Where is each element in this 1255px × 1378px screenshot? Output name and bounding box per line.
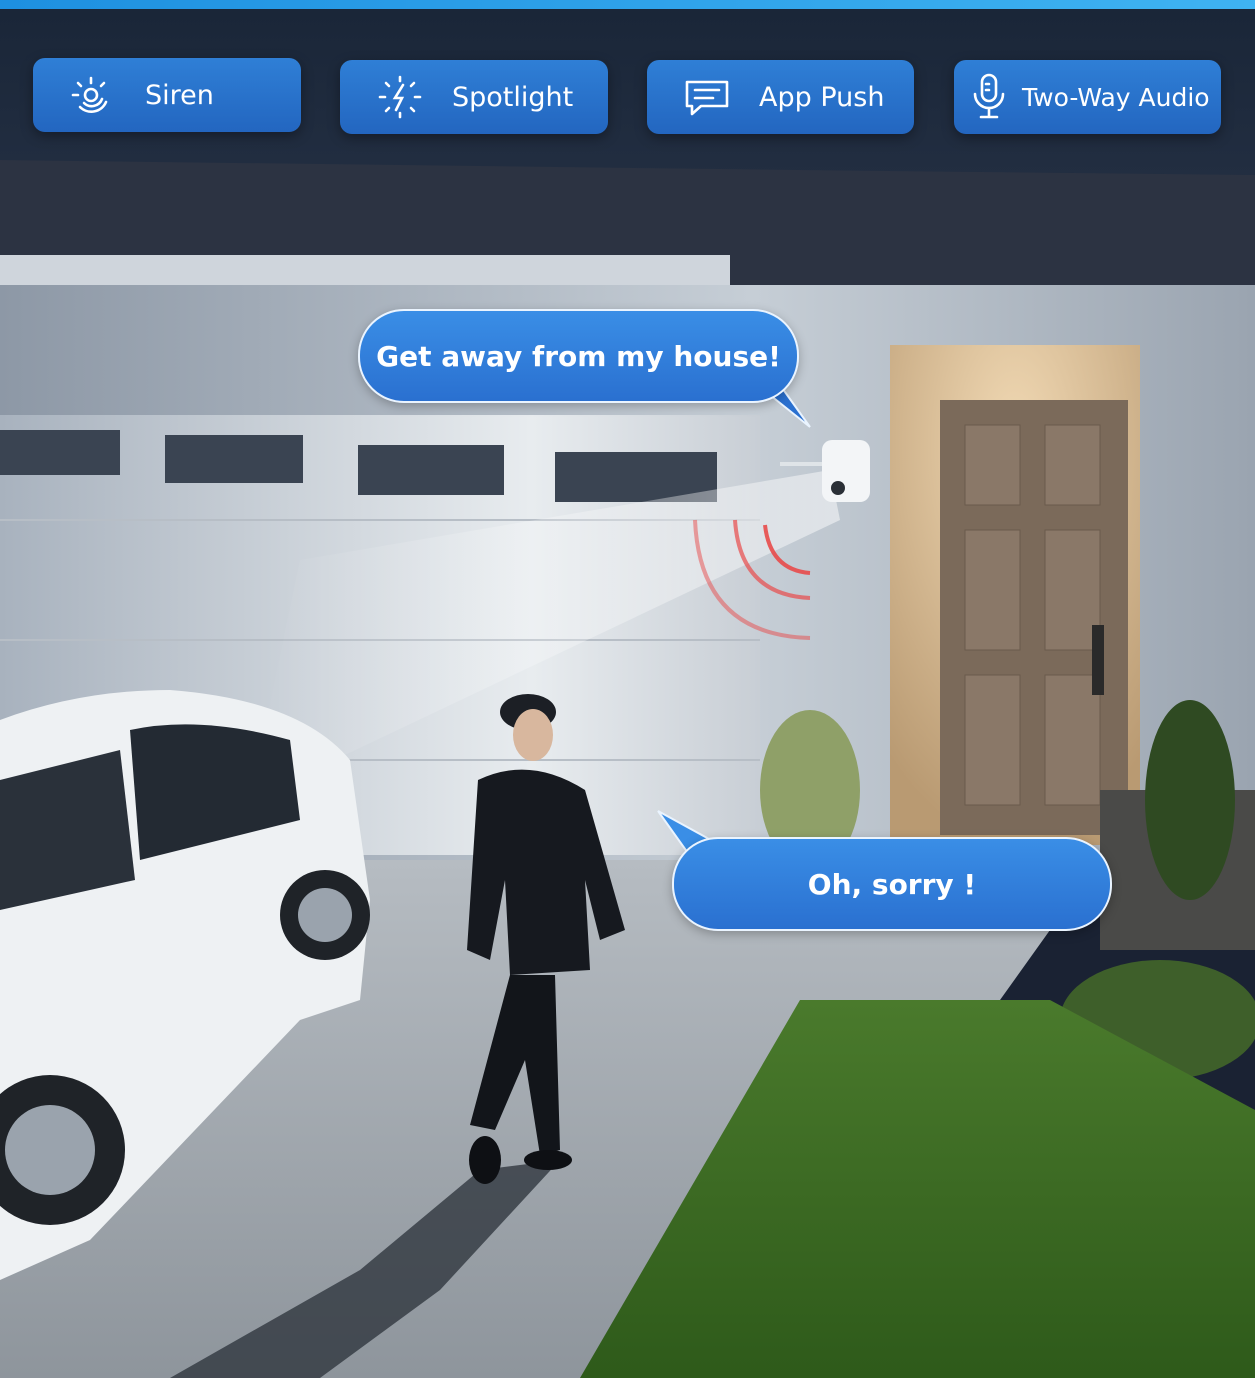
microphone-icon (966, 73, 1012, 120)
two-way-audio-label: Two-Way Audio (1022, 82, 1210, 112)
app-push-feature-button[interactable]: App Push (647, 60, 914, 134)
two-way-audio-feature-button[interactable]: Two-Way Audio (954, 60, 1221, 134)
spotlight-label: Spotlight (452, 81, 574, 113)
night-house-scene (0, 9, 1255, 1378)
camera-speech-bubble: Get away from my house! (358, 309, 799, 403)
spotlight-icon (370, 74, 430, 120)
person-speech-text: Oh, sorry ! (807, 867, 977, 901)
spotlight-feature-button[interactable]: Spotlight (340, 60, 608, 134)
app-push-label: App Push (759, 81, 885, 113)
person-speech-bubble: Oh, sorry ! (672, 837, 1112, 931)
siren-label: Siren (145, 79, 214, 111)
siren-icon (63, 72, 123, 118)
camera-speech-text: Get away from my house! (376, 339, 781, 373)
chat-message-icon (677, 74, 737, 120)
siren-feature-button[interactable]: Siren (33, 58, 301, 132)
